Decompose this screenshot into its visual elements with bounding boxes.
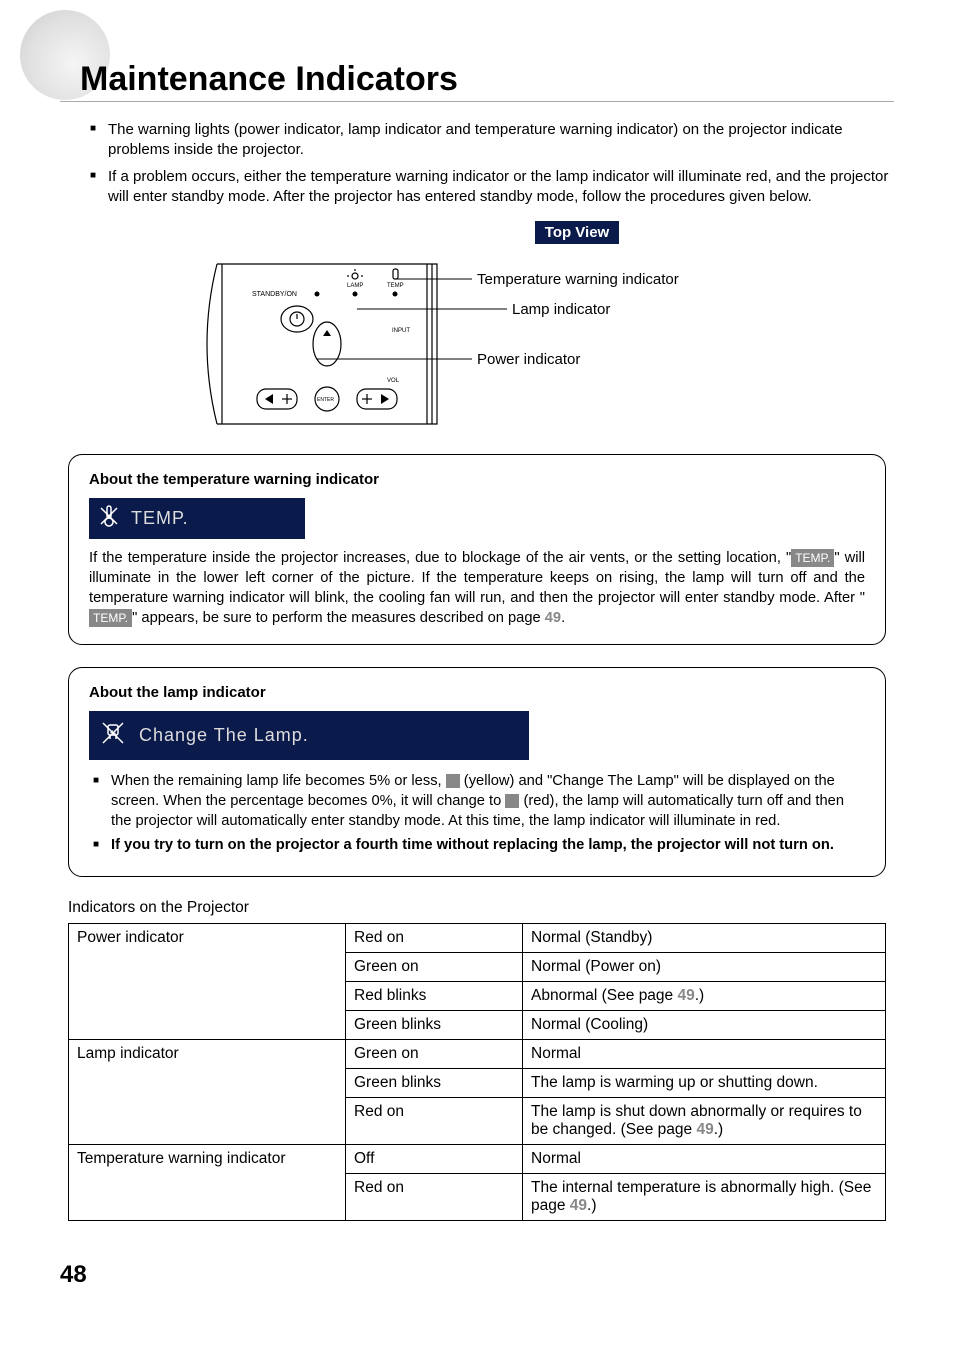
temp-osd-banner: TEMP. [89,498,305,539]
table-cell: Lamp indicator [69,1039,346,1144]
table-cell: Normal (Standby) [523,923,886,952]
table-cell: Power indicator [69,923,346,1039]
text-fragment: .) [587,1197,596,1214]
temp-osd-text: TEMP. [131,508,189,529]
panel-enter-label: ENTER [317,397,334,403]
lamp-bullet-item: When the remaining lamp life becomes 5% … [89,772,865,832]
lamp-yellow-icon [446,774,460,788]
lamp-bullet-list: When the remaining lamp life becomes 5% … [89,772,865,855]
callout-lamp-indicator: Lamp indicator [512,301,610,318]
table-row: Lamp indicator Green on Normal [69,1039,886,1068]
table-cell: The lamp is shut down abnormally or requ… [523,1097,886,1144]
title-underline [60,101,894,102]
lamp-osd-text: Change The Lamp. [139,725,309,746]
table-cell: Green blinks [346,1068,523,1097]
temp-section-heading: About the temperature warning indicator [89,471,865,488]
indicators-table: Power indicator Red on Normal (Standby) … [68,923,886,1221]
intro-item-text: The warning lights (power indicator, lam… [108,121,843,158]
table-cell: Abnormal (See page 49.) [523,981,886,1010]
page-number: 48 [60,1261,894,1289]
lamp-osd-banner: Change The Lamp. [89,711,529,760]
intro-item: The warning lights (power indicator, lam… [90,120,894,161]
table-cell: Normal [523,1144,886,1173]
text-fragment: . [561,610,565,626]
lamp-icon [99,719,127,752]
lamp-indicator-section: About the lamp indicator Change The Lamp… [68,667,886,876]
table-caption: Indicators on the Projector [68,899,886,917]
table-cell: Normal (Power on) [523,952,886,981]
text-fragment: If the temperature inside the projector … [89,550,791,566]
table-row: Power indicator Red on Normal (Standby) [69,923,886,952]
intro-list: The warning lights (power indicator, lam… [90,120,894,207]
intro-item-text: If a problem occurs, either the temperat… [108,168,888,205]
text-fragment: (yellow) [464,773,515,789]
page-title: Maintenance Indicators [80,60,894,99]
table-cell: Green on [346,1039,523,1068]
callout-temp-indicator: Temperature warning indicator [477,271,679,288]
panel-lamp-label: LAMP [347,283,363,289]
lamp-red-icon [505,794,519,808]
panel-vol-label: VOL [387,378,400,384]
table-cell: Red on [346,1173,523,1220]
callout-power-indicator: Power indicator [477,351,580,368]
table-cell: Normal [523,1039,886,1068]
lamp-bullet-item: If you try to turn on the projector a fo… [89,836,865,856]
lamp-bold-warning: If you try to turn on the projector a fo… [111,837,834,853]
panel-standby-label: STANDBY/ON [252,291,297,298]
table-cell: Temperature warning indicator [69,1144,346,1220]
table-row: Temperature warning indicator Off Normal [69,1144,886,1173]
topview-label: Top View [535,221,619,244]
page-reference: 49 [570,1197,587,1214]
page-reference: 49 [545,610,561,626]
text-fragment: (red) [523,793,554,809]
topview-diagram: STANDBY/ON LAMP TEMP INPUT VOL ENTER Tem… [60,254,894,434]
page-reference: 49 [696,1121,713,1138]
intro-item: If a problem occurs, either the temperat… [90,167,894,208]
temp-inline-badge: TEMP. [89,609,132,627]
temp-inline-badge: TEMP. [791,549,834,567]
table-cell: Green on [346,952,523,981]
text-fragment: Abnormal (See page [531,987,677,1004]
text-fragment: When the remaining lamp life becomes 5% … [111,773,446,789]
text-fragment: .) [695,987,704,1004]
table-cell: Green blinks [346,1010,523,1039]
table-cell: Red on [346,923,523,952]
table-cell: Off [346,1144,523,1173]
text-fragment: " appears, be sure to perform the measur… [132,610,545,626]
panel-input-label: INPUT [392,328,410,334]
text-fragment: .) [714,1121,723,1138]
lamp-section-heading: About the lamp indicator [89,684,865,701]
temp-section-body: If the temperature inside the projector … [89,549,865,628]
table-cell: Red blinks [346,981,523,1010]
temp-warning-section: About the temperature warning indicator … [68,454,886,645]
table-cell: The lamp is warming up or shutting down. [523,1068,886,1097]
thermometer-icon [97,504,121,533]
panel-temp-label: TEMP [387,283,404,289]
page-reference: 49 [677,987,694,1004]
table-cell: Red on [346,1097,523,1144]
table-cell: Normal (Cooling) [523,1010,886,1039]
table-cell: The internal temperature is abnormally h… [523,1173,886,1220]
